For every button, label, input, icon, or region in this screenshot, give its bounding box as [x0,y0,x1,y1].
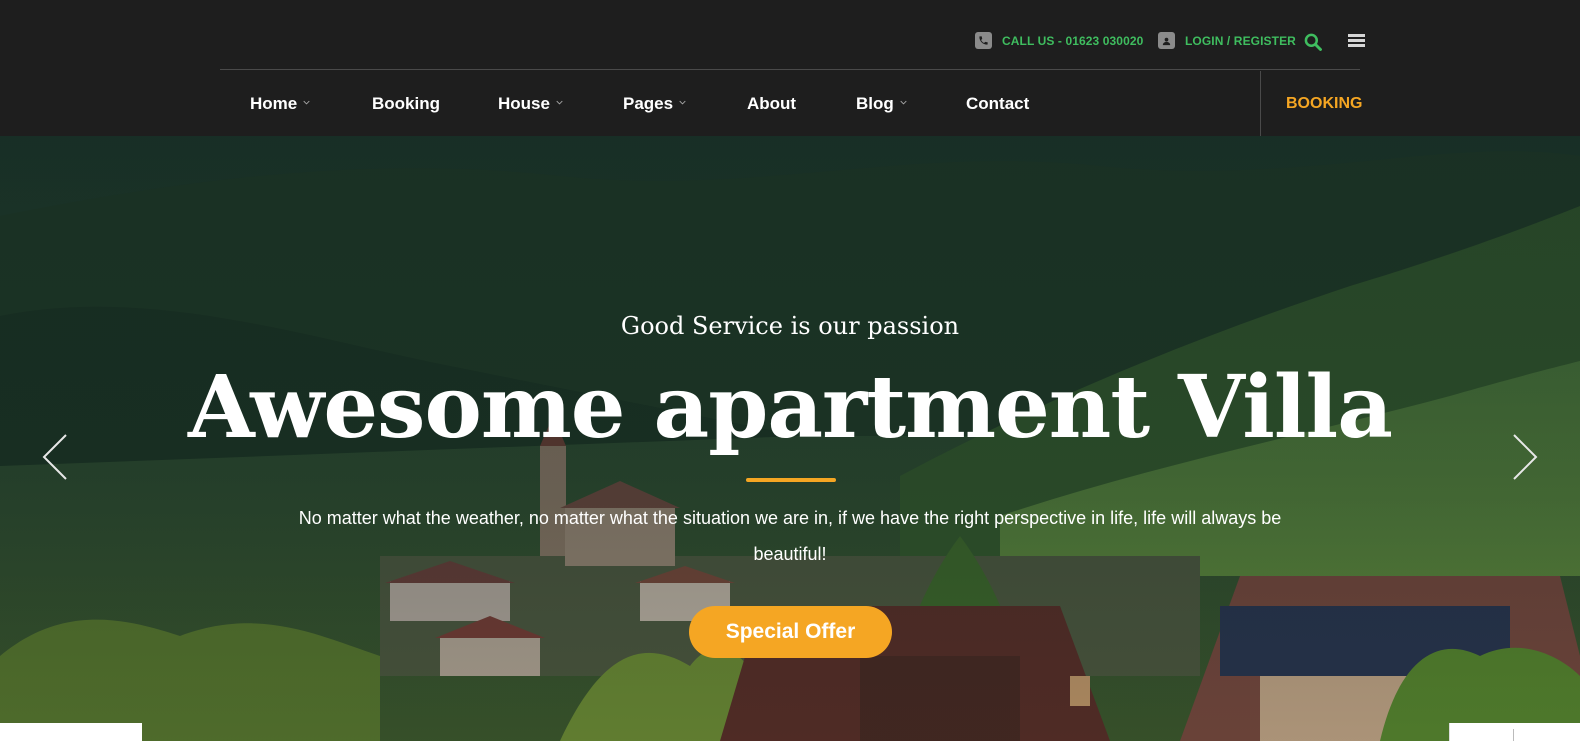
chevron-down-icon [679,100,686,105]
special-offer-button[interactable]: Special Offer [689,606,892,658]
title-underline [746,478,836,482]
call-us-label: CALL US - 01623 030020 [1002,33,1144,48]
site-header: CALL US - 01623 030020 LOGIN / REGISTER … [0,0,1580,136]
hamburger-line [1348,44,1365,47]
call-us-link[interactable]: CALL US - 01623 030020 [975,32,1143,49]
hamburger-line [1348,39,1365,42]
top-bar: CALL US - 01623 030020 LOGIN / REGISTER [220,0,1365,70]
nav-item-label: Home [250,93,298,113]
nav-item-house[interactable]: House [498,71,563,136]
nav-item-contact[interactable]: Contact [966,71,1029,136]
booking-form-panel-right [1449,723,1580,741]
hamburger-line [1348,34,1365,37]
nav-item-about[interactable]: About [747,71,796,136]
hamburger-icon[interactable] [1348,34,1365,48]
hero-title: Awesome apartment Villa [188,357,1393,458]
chevron-down-icon [900,100,907,105]
phone-icon [975,32,992,49]
nav-item-label: Pages [623,93,674,113]
nav-item-booking[interactable]: Booking [372,71,440,136]
booking-form-panel-left [0,723,142,741]
chevron-down-icon [303,100,310,105]
nav-item-label: Booking [372,93,440,113]
login-register-link[interactable]: LOGIN / REGISTER [1158,32,1296,49]
nav-item-label: House [498,93,550,113]
search-icon[interactable] [1303,32,1323,52]
chevron-down-icon [556,100,563,105]
nav-item-pages[interactable]: Pages [623,71,686,136]
nav-item-home[interactable]: Home [250,71,310,136]
nav-item-label: Blog [856,93,894,113]
hero-slider: Good Service is our passion Awesome apar… [0,136,1580,741]
hero-subtitle: Good Service is our passion [620,312,960,340]
chevron-right-icon[interactable] [1510,432,1540,482]
nav-item-label: Contact [966,93,1030,113]
main-nav: Home Booking House Pages About Blog Cont… [220,71,1362,136]
hero-content: Good Service is our passion Awesome apar… [0,136,1580,741]
login-register-label: LOGIN / REGISTER [1185,33,1296,48]
contact-card-icon [1158,32,1175,49]
nav-divider [1260,71,1261,136]
chevron-left-icon[interactable] [40,432,70,482]
nav-item-blog[interactable]: Blog [856,71,907,136]
hero-description: No matter what the weather, no matter wh… [298,508,1282,564]
nav-item-label: About [747,93,797,113]
booking-cta-link[interactable]: BOOKING [1286,71,1362,136]
